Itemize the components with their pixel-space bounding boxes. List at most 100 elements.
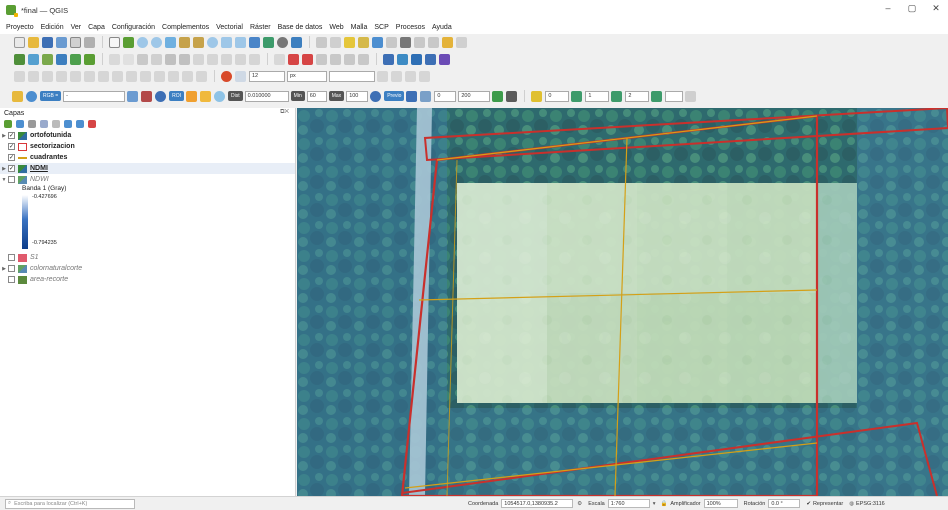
menu-capa[interactable]: Capa: [88, 24, 105, 31]
rotate-point-icon[interactable]: [84, 70, 95, 82]
lock-scale-icon[interactable]: 🔒: [661, 501, 668, 507]
fill-ring-icon[interactable]: [140, 70, 151, 82]
preview-redo-icon[interactable]: [406, 90, 418, 102]
layer-item-sectorizacion[interactable]: ✓ sectorizacion: [0, 141, 295, 152]
menu-scp[interactable]: SCP: [374, 24, 388, 31]
select-features-icon[interactable]: [330, 36, 341, 48]
snapping-icon[interactable]: [221, 70, 232, 82]
menu-proyecto[interactable]: Proyecto: [6, 24, 34, 31]
text-annotation-icon[interactable]: [442, 36, 453, 48]
measure-icon[interactable]: [372, 36, 383, 48]
b-field[interactable]: 0: [434, 90, 457, 102]
layer-checkbox[interactable]: ✓: [8, 154, 15, 161]
layer-item-ndmi[interactable]: ▶ ✓ NDMI: [0, 163, 295, 174]
layer-checkbox[interactable]: [8, 254, 15, 261]
cut-features-icon[interactable]: [193, 53, 204, 65]
layer-checkbox[interactable]: ✓: [8, 165, 15, 172]
menu-vectorial[interactable]: Vectorial: [216, 24, 243, 31]
add-spatialite-icon[interactable]: [70, 53, 81, 65]
layer-checkbox[interactable]: ✓: [8, 132, 15, 139]
label-highlight-icon[interactable]: [288, 53, 299, 65]
menu-raster[interactable]: Ráster: [250, 24, 271, 31]
rotation-field[interactable]: 0.0 °: [768, 499, 801, 508]
scp-download-icon[interactable]: [397, 53, 408, 65]
field-calculator-icon[interactable]: [358, 36, 369, 48]
coordinate-field[interactable]: 1054517.0,1380935.2: [501, 499, 574, 508]
undo-icon[interactable]: [235, 53, 246, 65]
scale-field[interactable]: 1:760: [607, 499, 650, 508]
scp-band-icon[interactable]: [531, 90, 543, 102]
scp-tool-icon[interactable]: [12, 90, 23, 102]
zoom-selection-icon[interactable]: [179, 36, 190, 48]
refresh-icon[interactable]: [277, 36, 288, 48]
add-feature-icon[interactable]: [151, 53, 162, 65]
menu-malla[interactable]: Malla: [351, 24, 368, 31]
delete-part-icon[interactable]: [168, 70, 179, 82]
snap-layer-select[interactable]: [329, 70, 375, 82]
label-rotate-icon[interactable]: [330, 53, 341, 65]
zoom-layer-icon[interactable]: [193, 36, 204, 48]
split-features-icon[interactable]: [56, 70, 67, 82]
render-checkbox-icon[interactable]: ✔: [806, 501, 811, 507]
layer-item-colornaturalcorte[interactable]: ▶ colornaturalcorte: [0, 263, 295, 274]
zoom-full-icon[interactable]: [165, 36, 176, 48]
scp-kml-icon[interactable]: [506, 90, 518, 102]
expand-arrow-icon[interactable]: ▶: [0, 266, 8, 272]
offset-curve-icon[interactable]: [42, 70, 53, 82]
trim-extend-icon[interactable]: [196, 70, 207, 82]
delete-ring-icon[interactable]: [154, 70, 165, 82]
label-pin-icon[interactable]: [302, 53, 313, 65]
layer-item-s1[interactable]: S1: [0, 252, 295, 263]
map-canvas[interactable]: [297, 108, 948, 496]
menu-procesos[interactable]: Procesos: [396, 24, 425, 31]
avoid-overlap-icon[interactable]: [419, 70, 430, 82]
add-vector-layer-icon[interactable]: [14, 53, 25, 65]
scp-remove-temp-icon[interactable]: [492, 90, 504, 102]
band-increase-2-icon[interactable]: [611, 90, 623, 102]
self-snapping-icon[interactable]: [391, 70, 402, 82]
reshape-icon[interactable]: [28, 70, 39, 82]
add-delimited-text-icon[interactable]: [42, 53, 53, 65]
menu-ayuda[interactable]: Ayuda: [432, 24, 452, 31]
pan-to-selection-icon[interactable]: [123, 36, 134, 48]
annotations-icon[interactable]: [414, 36, 425, 48]
add-wms-icon[interactable]: [84, 53, 95, 65]
delete-selected-icon[interactable]: [179, 53, 190, 65]
map-tips-icon[interactable]: [428, 36, 439, 48]
open-layer-styling-icon[interactable]: [4, 120, 12, 128]
sigma-icon[interactable]: [400, 36, 411, 48]
more-tools-icon[interactable]: [456, 36, 467, 48]
close-button[interactable]: ✕: [928, 3, 944, 14]
layer-checkbox[interactable]: [8, 265, 15, 272]
layer-item-cuadrantes[interactable]: ✓ cuadrantes: [0, 152, 295, 163]
collapse-arrow-icon[interactable]: ▼: [0, 177, 8, 183]
reverse-line-icon[interactable]: [182, 70, 193, 82]
redo-icon[interactable]: [249, 53, 260, 65]
dist-field[interactable]: 0.010000: [244, 90, 289, 102]
tracing-icon[interactable]: [405, 70, 416, 82]
scp-settings-icon[interactable]: [439, 53, 450, 65]
menu-web[interactable]: Web: [329, 24, 343, 31]
snap-unit-select[interactable]: px: [287, 70, 327, 82]
crs-globe-icon[interactable]: ◍: [849, 501, 854, 507]
scp-preprocessing-icon[interactable]: [411, 53, 422, 65]
pan-icon[interactable]: [109, 36, 120, 48]
vertex-tool-icon[interactable]: [165, 53, 176, 65]
advanced-digitizing-icon[interactable]: [14, 70, 25, 82]
layer-item-area-recorte[interactable]: area-recorte: [0, 274, 295, 285]
scp-standard-deviation-icon[interactable]: [141, 90, 153, 102]
expand-arrow-icon[interactable]: ▶: [0, 166, 8, 172]
digitize-icon[interactable]: [123, 53, 134, 65]
menu-complementos[interactable]: Complementos: [162, 24, 209, 31]
scale-dropdown-icon[interactable]: ▾: [653, 501, 656, 507]
band-field-2[interactable]: 1: [585, 90, 610, 102]
filter-expression-icon[interactable]: [52, 120, 60, 128]
crs-label[interactable]: EPSG:3116: [856, 501, 885, 507]
save-project-icon[interactable]: [42, 36, 53, 48]
preview-zoom-icon[interactable]: [370, 90, 382, 102]
rgb-select[interactable]: -: [63, 90, 126, 102]
band-increase-3-icon[interactable]: [651, 90, 663, 102]
min-field[interactable]: 60: [306, 90, 327, 102]
label-show-hide-icon[interactable]: [358, 53, 369, 65]
scp-band-set-icon[interactable]: [383, 53, 394, 65]
